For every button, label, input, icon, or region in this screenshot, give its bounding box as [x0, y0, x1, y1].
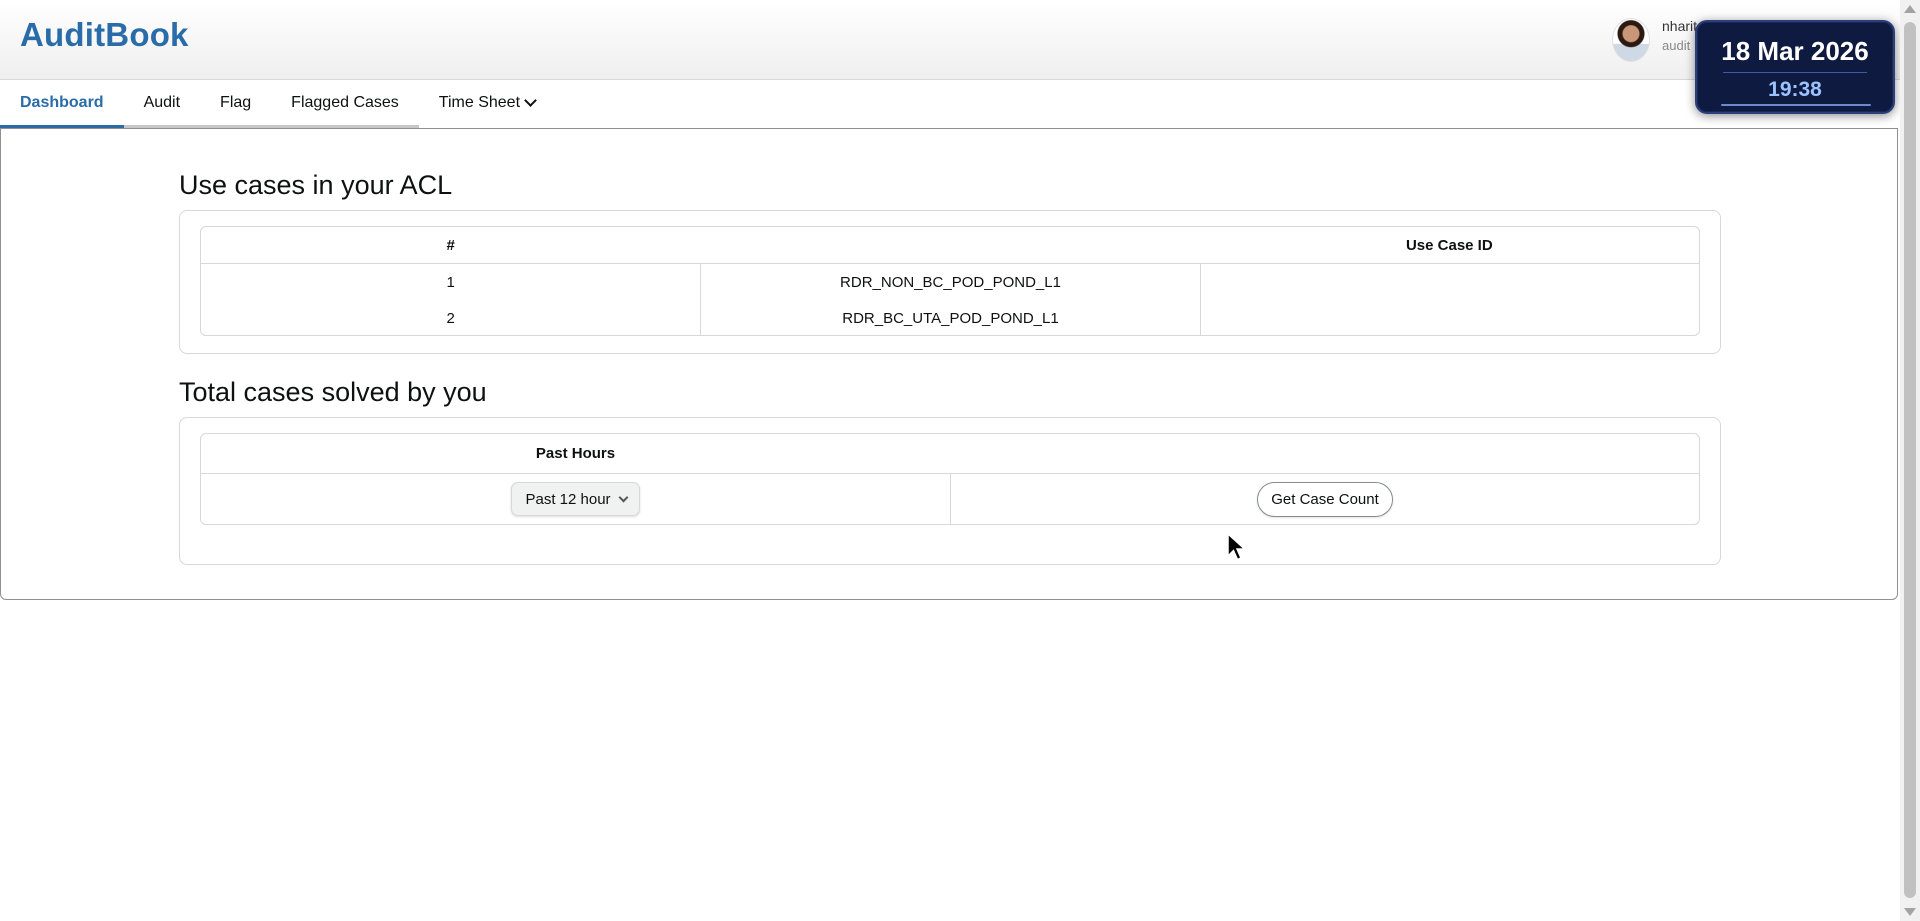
column-header-spacer [700, 227, 1199, 263]
acl-card: # Use Case ID 1 RDR_NON_BC_POD_POND_L1 2… [179, 210, 1721, 354]
clock-underline [1721, 104, 1871, 106]
clock-time: 19:38 [1768, 78, 1822, 101]
tab-flag[interactable]: Flag [200, 81, 272, 128]
action-cell: Get Case Count [950, 474, 1699, 524]
scroll-down-arrow-icon[interactable] [1904, 908, 1916, 916]
table-row: 2 RDR_BC_UTA_POD_POND_L1 [201, 300, 1699, 335]
chevron-down-icon [618, 492, 628, 503]
acl-table-header: # Use Case ID [201, 227, 1699, 264]
empty-cell [1199, 300, 1699, 335]
column-header-use-case-id: Use Case ID [1405, 236, 1493, 254]
clock-date: 18 Mar 2026 [1721, 36, 1869, 66]
dashboard-panel: Use cases in your ACL # Use Case ID 1 RD… [0, 128, 1898, 600]
solved-table: Past Hours Past 12 hour Get Case Count [200, 433, 1700, 525]
chevron-down-icon [524, 94, 537, 107]
past-hours-cell: Past 12 hour [201, 474, 950, 524]
column-header-past-hours: Past Hours [535, 445, 616, 462]
clock-widget: 18 Mar 2026 19:38 [1695, 20, 1895, 114]
tab-dashboard[interactable]: Dashboard [0, 81, 124, 128]
past-hours-select-value: Past 12 hour [525, 490, 611, 508]
user-role: audit [1662, 38, 1691, 53]
app-header: AuditBook nharit audit [0, 0, 1900, 80]
row-index: 2 [446, 309, 455, 327]
avatar [1612, 18, 1650, 62]
tab-flagged-cases[interactable]: Flagged Cases [271, 81, 419, 128]
scroll-up-arrow-icon[interactable] [1904, 5, 1916, 13]
vertical-scrollbar[interactable] [1900, 0, 1920, 921]
tab-time-sheet[interactable]: Time Sheet [419, 81, 555, 128]
clock-divider [1723, 72, 1867, 73]
table-row: Past 12 hour Get Case Count [201, 474, 1699, 524]
tab-time-sheet-label: Time Sheet [438, 94, 521, 111]
column-header-spacer [950, 434, 1699, 473]
app-logo[interactable]: AuditBook [20, 16, 189, 54]
get-case-count-button[interactable]: Get Case Count [1257, 481, 1393, 517]
scrollbar-thumb[interactable] [1904, 22, 1916, 898]
empty-cell [1199, 264, 1699, 300]
acl-section-title: Use cases in your ACL [179, 170, 453, 200]
mouse-cursor-icon [1227, 532, 1247, 561]
row-index: 1 [446, 273, 455, 291]
tab-bar: Dashboard Audit Flag Flagged Cases Time … [0, 81, 555, 128]
solved-table-header: Past Hours [201, 434, 1699, 474]
user-name: nharit [1662, 18, 1698, 34]
acl-table: # Use Case ID 1 RDR_NON_BC_POD_POND_L1 2… [200, 226, 1700, 336]
past-hours-select[interactable]: Past 12 hour [511, 482, 640, 516]
column-header-index: # [446, 236, 455, 254]
use-case-id: RDR_NON_BC_POD_POND_L1 [700, 264, 1199, 300]
use-case-id: RDR_BC_UTA_POD_POND_L1 [700, 300, 1199, 335]
tab-audit[interactable]: Audit [123, 81, 201, 128]
solved-card: Past Hours Past 12 hour Get Case Count [179, 417, 1721, 565]
table-row: 1 RDR_NON_BC_POD_POND_L1 [201, 264, 1699, 300]
solved-section-title: Total cases solved by you [179, 377, 487, 407]
